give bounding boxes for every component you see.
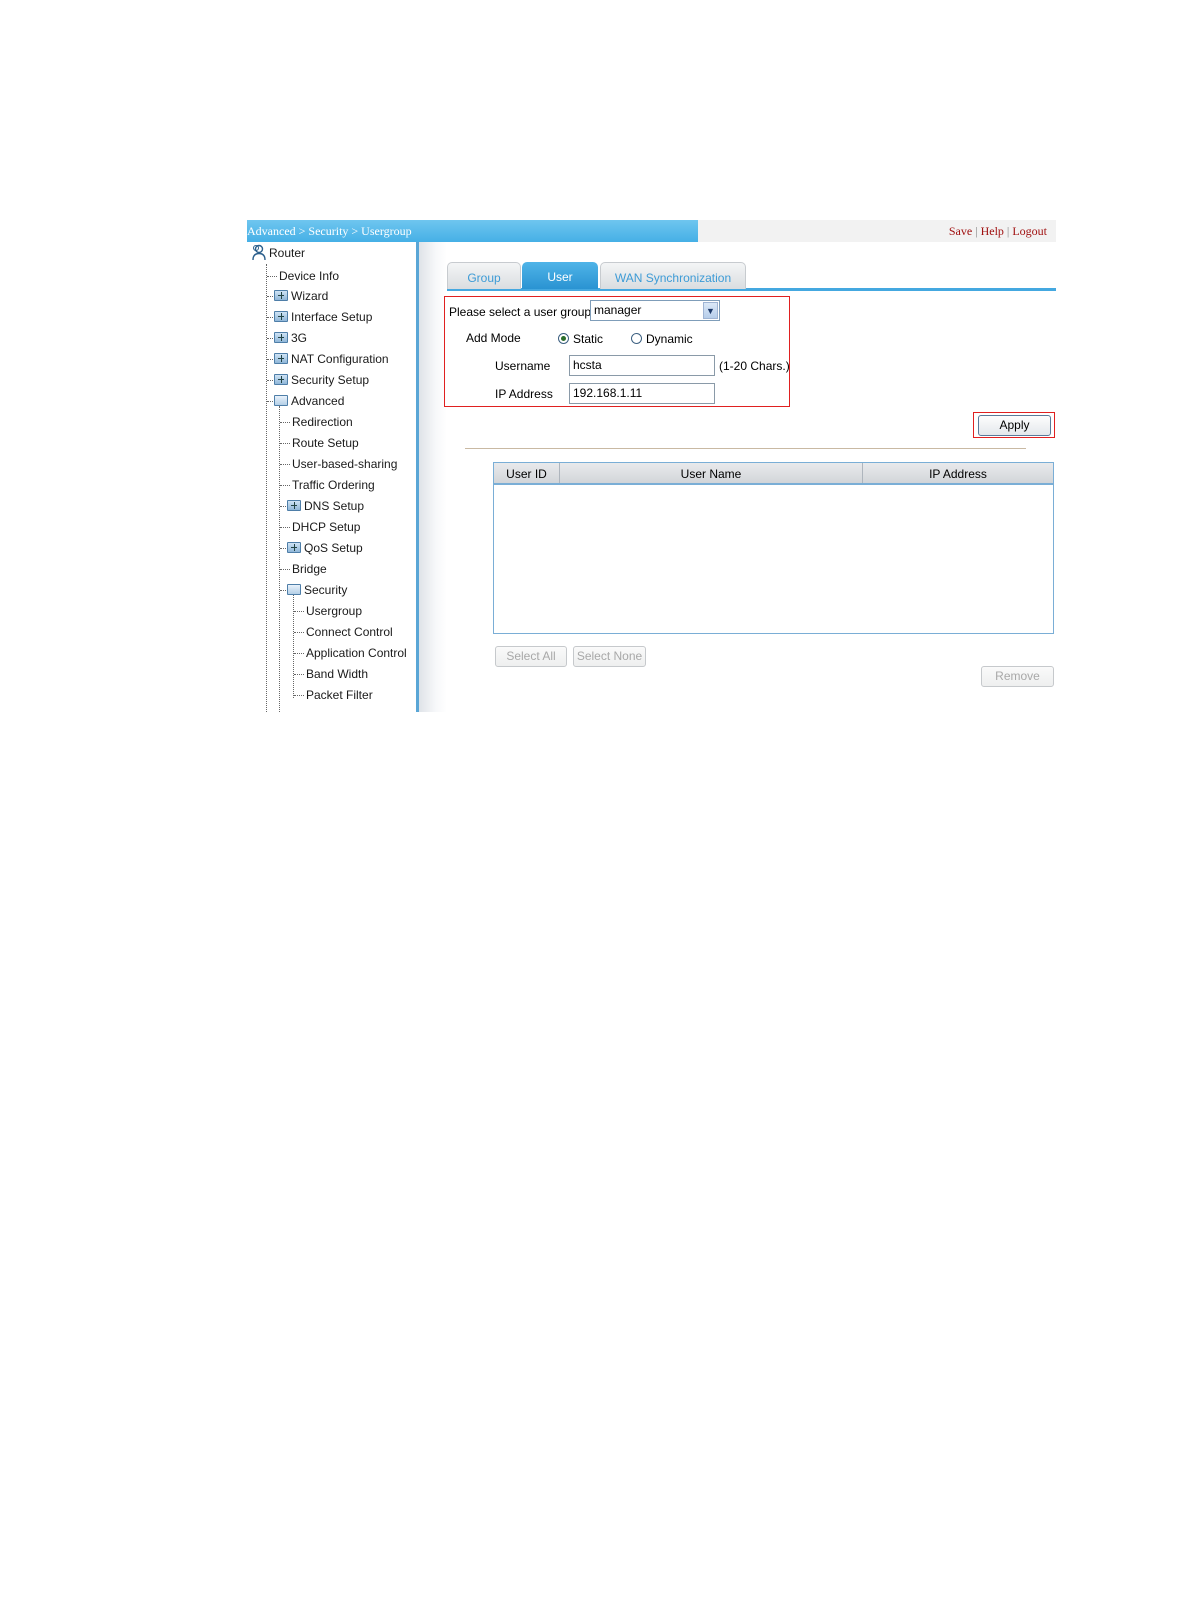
- user-tree-icon: [251, 244, 267, 261]
- col-user-id[interactable]: User ID: [494, 463, 559, 483]
- router-web-ui: Advanced > Security > Usergroup Save | Hel…: [247, 220, 1056, 712]
- folder-plus-icon: [274, 353, 288, 364]
- select-none-button[interactable]: Select None: [573, 646, 646, 667]
- breadcrumb-bar: Advanced > Security > Usergroup: [247, 220, 698, 242]
- folder-plus-icon: [274, 374, 288, 385]
- static-radio[interactable]: [558, 333, 569, 344]
- select-all-button[interactable]: Select All: [495, 646, 567, 667]
- ip-address-input[interactable]: 192.168.1.11: [569, 383, 715, 404]
- folder-plus-icon: [274, 311, 288, 322]
- user-table: User ID User Name IP Address: [493, 462, 1054, 634]
- folder-open-icon: [287, 584, 301, 595]
- user-group-label: Please select a user group: [449, 305, 592, 319]
- breadcrumb: Advanced > Security > Usergroup: [247, 224, 412, 238]
- sidebar-shadow: [419, 242, 447, 712]
- top-links: Save | Help | Logout: [948, 224, 1047, 238]
- dynamic-radio[interactable]: [631, 333, 642, 344]
- tab-group[interactable]: Group: [447, 262, 521, 289]
- ip-address-label: IP Address: [495, 387, 553, 401]
- folder-plus-icon: [274, 332, 288, 343]
- folder-open-icon: [274, 395, 288, 406]
- folder-plus-icon: [274, 290, 288, 301]
- folder-plus-icon: [287, 542, 301, 553]
- apply-button[interactable]: Apply: [978, 415, 1051, 436]
- folder-plus-icon: [287, 500, 301, 511]
- chevron-down-icon[interactable]: ▼: [703, 302, 718, 319]
- user-group-select[interactable]: manager ▼: [590, 300, 720, 321]
- save-link[interactable]: Save: [949, 224, 972, 238]
- nav-tree: Router Device Info Wizard Interface Setu…: [247, 242, 417, 712]
- table-header: User ID User Name IP Address: [494, 463, 1053, 485]
- col-user-name[interactable]: User Name: [559, 463, 862, 483]
- sidebar: Router Device Info Wizard Interface Setu…: [247, 242, 417, 712]
- username-label: Username: [495, 359, 551, 373]
- logout-link[interactable]: Logout: [1012, 224, 1047, 238]
- tab-user[interactable]: User: [522, 262, 598, 289]
- help-link[interactable]: Help: [981, 224, 1004, 238]
- tab-wan-synchronization[interactable]: WAN Synchronization: [600, 262, 746, 289]
- username-hint: (1-20 Chars.): [719, 359, 790, 373]
- col-ip-address[interactable]: IP Address: [862, 463, 1053, 483]
- add-mode-label: Add Mode: [466, 331, 521, 345]
- dynamic-label[interactable]: Dynamic: [646, 332, 693, 346]
- top-bar: Advanced > Security > Usergroup Save | Hel…: [247, 220, 1056, 242]
- static-label[interactable]: Static: [573, 332, 603, 346]
- remove-button[interactable]: Remove: [981, 666, 1054, 687]
- section-divider: [465, 448, 1026, 449]
- username-input[interactable]: hcsta: [569, 355, 715, 376]
